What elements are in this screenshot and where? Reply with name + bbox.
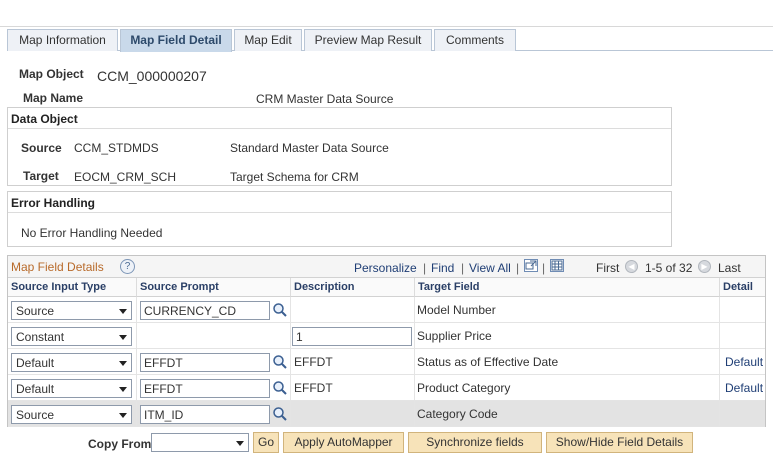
target-field-text: Model Number (417, 303, 496, 317)
table-row: Default EFFDT EFFDT Status as of Effecti… (8, 349, 765, 375)
copy-from-label: Copy From (88, 437, 152, 451)
help-icon[interactable]: ? (120, 259, 135, 274)
top-divider (0, 26, 773, 27)
chevron-down-icon (119, 309, 127, 314)
detail-default-link[interactable]: Default (725, 355, 763, 369)
target-field-text: Status as of Effective Date (417, 355, 559, 369)
source-description: Standard Master Data Source (230, 141, 389, 155)
row-range: 1-5 of 32 (645, 261, 693, 275)
target-field-text: Supplier Price (417, 329, 492, 343)
nav-separator: | (423, 261, 427, 275)
chevron-down-icon (119, 335, 127, 340)
nav-separator: | (461, 261, 465, 275)
synchronize-fields-button[interactable]: Synchronize fields (408, 432, 542, 453)
target-field-text: Category Code (417, 407, 498, 421)
target-code: EOCM_CRM_SCH (74, 170, 177, 184)
previous-page-icon[interactable]: ◀ (625, 260, 638, 273)
tab-map-field-detail[interactable]: Map Field Detail (120, 29, 232, 52)
map-name-label: Map Name (23, 91, 84, 105)
last-label: Last (718, 261, 741, 275)
data-object-title: Data Object (8, 108, 671, 129)
input-type-dropdown[interactable]: Source (11, 301, 132, 320)
input-type-dropdown[interactable]: Default (11, 379, 132, 398)
target-description: Target Schema for CRM (230, 170, 359, 184)
view-all-link[interactable]: View All (469, 261, 511, 275)
chevron-down-icon (119, 361, 127, 366)
lookup-icon[interactable] (272, 406, 288, 422)
input-type-dropdown[interactable]: Constant (11, 327, 132, 346)
tab-preview-map-result[interactable]: Preview Map Result (304, 29, 432, 51)
grid-title: Map Field Details (11, 260, 104, 274)
source-prompt-input[interactable]: CURRENCY_CD (140, 301, 270, 320)
source-prompt-input[interactable]: EFFDT (140, 379, 270, 398)
source-prompt-input[interactable]: ITM_ID (140, 405, 270, 424)
col-detail: Detail (720, 278, 765, 297)
target-label: Target (23, 169, 59, 183)
table-row: Constant 1 Supplier Price (8, 323, 765, 349)
map-field-details-grid: Map Field Details ? Personalize | Find |… (7, 255, 766, 427)
copy-from-dropdown[interactable] (151, 433, 249, 452)
source-label: Source (21, 141, 62, 155)
new-window-icon[interactable] (524, 259, 538, 272)
description-text: EFFDT (294, 381, 333, 395)
table-row: Source ITM_ID Category Code (8, 401, 765, 427)
col-source-input-type: Source Input Type (8, 278, 137, 297)
tab-bar: Map Information Map Field Detail Map Edi… (7, 29, 773, 52)
source-code: CCM_STDMDS (74, 141, 159, 155)
nav-separator: | (516, 261, 520, 275)
input-type-dropdown[interactable]: Default (11, 353, 132, 372)
nav-separator: | (542, 261, 546, 275)
col-description: Description (291, 278, 415, 297)
chevron-down-icon (236, 441, 244, 446)
input-type-dropdown[interactable]: Source (11, 405, 132, 424)
chevron-down-icon (119, 387, 127, 392)
constant-value-input[interactable]: 1 (292, 327, 412, 346)
map-object-label: Map Object (19, 67, 84, 81)
next-page-icon[interactable]: ▶ (698, 260, 711, 273)
source-prompt-input[interactable]: EFFDT (140, 353, 270, 372)
personalize-link[interactable]: Personalize (354, 261, 417, 275)
lookup-icon[interactable] (272, 354, 288, 370)
map-object-value: CCM_000000207 (97, 68, 207, 84)
description-text: EFFDT (294, 355, 333, 369)
data-object-group: Data Object Source CCM_STDMDS Standard M… (7, 107, 672, 186)
tab-map-information[interactable]: Map Information (7, 29, 118, 51)
first-label: First (596, 261, 620, 275)
map-name-value: CRM Master Data Source (256, 92, 394, 106)
table-row: Source CURRENCY_CD Model Number (8, 297, 765, 323)
grid-navigation-bar: Map Field Details ? Personalize | Find |… (8, 256, 765, 278)
chevron-down-icon (119, 413, 127, 418)
target-field-text: Product Category (417, 381, 511, 395)
tab-comments[interactable]: Comments (434, 29, 516, 51)
lookup-icon[interactable] (272, 302, 288, 318)
error-handling-group: Error Handling No Error Handling Needed (7, 191, 672, 247)
col-source-prompt: Source Prompt (137, 278, 291, 297)
error-handling-title: Error Handling (8, 192, 671, 213)
download-grid-icon[interactable] (550, 259, 564, 272)
col-target-field: Target Field (415, 278, 720, 297)
apply-automapper-button[interactable]: Apply AutoMapper (283, 432, 404, 453)
tab-map-edit[interactable]: Map Edit (234, 29, 302, 51)
show-hide-field-details-button[interactable]: Show/Hide Field Details (546, 432, 693, 453)
go-button[interactable]: Go (253, 432, 279, 453)
lookup-icon[interactable] (272, 380, 288, 396)
detail-default-link[interactable]: Default (725, 381, 763, 395)
error-handling-text: No Error Handling Needed (21, 226, 163, 240)
table-row: Default EFFDT EFFDT Product Category Def… (8, 375, 765, 401)
find-link[interactable]: Find (431, 261, 454, 275)
